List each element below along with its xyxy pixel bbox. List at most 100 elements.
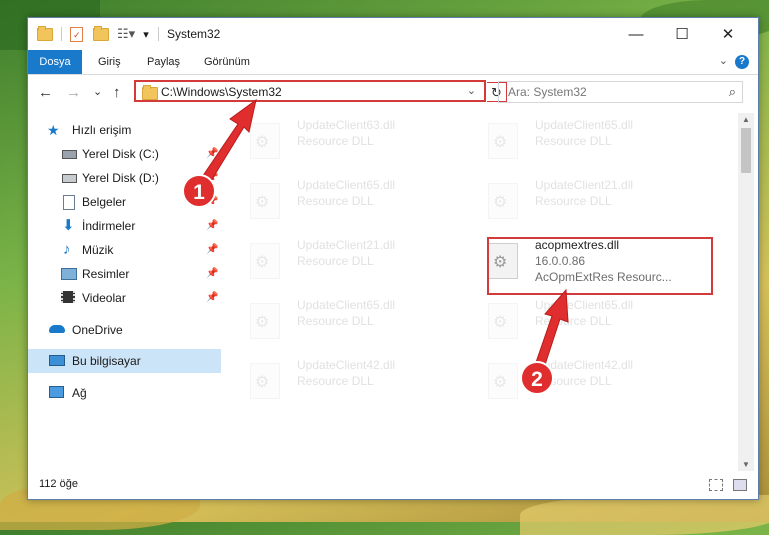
file-name: UpdateClient21.dll (297, 238, 396, 252)
file-item[interactable]: UpdateClient42.dllResource DLL (470, 355, 700, 411)
scroll-up-icon[interactable]: ▲ (742, 115, 750, 124)
highlight-box (487, 237, 713, 295)
file-name: UpdateClient65.dll (535, 298, 634, 312)
address-path: C:\Windows\System32 (161, 85, 282, 99)
sidebar-item-label: Videolar (82, 291, 126, 305)
file-description: Resource DLL (297, 194, 374, 208)
scroll-down-icon[interactable]: ▼ (742, 460, 750, 469)
customize-icon[interactable]: ☷▾ (117, 26, 135, 42)
minimize-button[interactable]: — (613, 18, 659, 50)
file-item[interactable]: UpdateClient65.dll Resource DLL (232, 295, 462, 351)
download-icon: ⬇ (62, 217, 75, 234)
sidebar-item-quick-access[interactable]: ★ Hızlı erişim (28, 118, 221, 142)
sidebar-item-label: Bu bilgisayar (72, 354, 141, 368)
title-bar: ✓ ☷▾ ▾ System32 — ☐ ✕ (28, 18, 758, 50)
dll-file-icon (250, 123, 280, 159)
star-icon: ★ (47, 122, 60, 138)
file-description: Resource DLL (297, 314, 374, 328)
quick-access-toolbar: ✓ ☷▾ ▾ (37, 25, 149, 42)
file-item[interactable]: UpdateClient65.dll Resource DLL (470, 115, 700, 171)
file-item[interactable]: UpdateClient21.dll Resource DLL (232, 235, 462, 291)
vertical-scrollbar[interactable]: ▲ ▼ (738, 113, 754, 471)
sidebar-item-downloads[interactable]: ⬇ İndirmeler 📌 (28, 214, 221, 238)
file-item[interactable]: UpdateClient63.dll Resource DLL (232, 115, 462, 171)
tab-giris[interactable]: Giriş (88, 50, 131, 74)
pin-icon[interactable]: 📌 (206, 286, 218, 310)
drive-icon (62, 174, 77, 183)
forward-button[interactable]: → (66, 84, 81, 101)
close-button[interactable]: ✕ (705, 18, 751, 50)
sidebar-item-onedrive[interactable]: OneDrive (28, 318, 221, 342)
file-item[interactable]: UpdateClient65.dll Resource DLL (232, 175, 462, 231)
address-bar[interactable]: C:\Windows\System32 ⌄ (134, 80, 486, 102)
sidebar-item-label: Resimler (82, 267, 130, 281)
sidebar-item-pictures[interactable]: Resimler 📌 (28, 262, 221, 286)
file-name: UpdateClient21.dll (535, 178, 634, 192)
details-view-icon[interactable] (709, 479, 723, 491)
file-name: UpdateClient42.dll (297, 358, 396, 372)
navigation-pane: ★ Hızlı erişim Yerel Disk (C:) 📌 Yerel D… (28, 113, 221, 471)
sidebar-item-label: Yerel Disk (C:) (82, 147, 159, 161)
search-input[interactable]: Ara: System32 ⌕ (498, 81, 743, 103)
dll-file-icon (488, 363, 518, 399)
tab-dosya[interactable]: Dosya (28, 50, 82, 74)
pin-icon[interactable]: 📌 (206, 262, 218, 286)
network-icon (49, 386, 64, 398)
separator (158, 27, 159, 41)
pictures-icon (61, 268, 77, 280)
window-title: System32 (167, 27, 221, 41)
file-item[interactable]: UpdateClient42.dll Resource DLL (232, 355, 462, 411)
file-name: UpdateClient65.dll (297, 178, 396, 192)
file-description: Resource DLL (297, 134, 374, 148)
recent-locations-button[interactable]: ⌄ (93, 85, 102, 98)
sidebar-item-label: Müzik (82, 243, 114, 257)
tab-gorunum[interactable]: Görünüm (194, 50, 260, 74)
file-description: Resource DLL (535, 314, 612, 328)
dll-file-icon (250, 303, 280, 339)
dll-file-icon (488, 303, 518, 339)
tab-paylas[interactable]: Paylaş (137, 50, 190, 74)
large-icons-view-icon[interactable] (733, 479, 747, 491)
pin-icon[interactable]: 📌 (206, 214, 218, 238)
file-description: Resource DLL (535, 134, 612, 148)
video-icon (61, 291, 75, 303)
sidebar-item-label: Yerel Disk (D:) (82, 171, 159, 185)
desktop-wallpaper (520, 495, 769, 535)
up-button[interactable]: ↑ (113, 84, 121, 101)
step-badge-2: 2 (520, 361, 554, 395)
sidebar-item-label: Ağ (72, 386, 87, 400)
dll-file-icon (488, 183, 518, 219)
chevron-down-icon[interactable]: ⌄ (467, 84, 476, 97)
sidebar-item-disk-c[interactable]: Yerel Disk (C:) 📌 (28, 142, 221, 166)
cloud-icon (49, 325, 65, 333)
sidebar-item-music[interactable]: ♪ Müzik 📌 (28, 238, 221, 262)
file-description: Resource DLL (297, 374, 374, 388)
sidebar-item-network[interactable]: Ağ (28, 381, 221, 405)
sidebar-item-label: OneDrive (72, 323, 123, 337)
sidebar-item-label: Belgeler (82, 195, 127, 209)
scroll-thumb[interactable] (741, 128, 751, 173)
maximize-button[interactable]: ☐ (659, 18, 705, 50)
chevron-down-icon[interactable]: ⌄ (719, 54, 728, 67)
quick-access-dropdown-icon[interactable]: ▾ (143, 28, 149, 41)
search-icon[interactable]: ⌕ (729, 84, 736, 100)
file-item[interactable]: UpdateClient65.dll Resource DLL (470, 295, 700, 351)
file-name: UpdateClient65.dll (535, 118, 634, 132)
search-placeholder: Ara: System32 (508, 85, 587, 99)
file-description: Resource DLL (297, 254, 374, 268)
new-folder-icon[interactable] (93, 25, 109, 41)
sidebar-item-this-pc[interactable]: Bu bilgisayar (28, 349, 221, 373)
file-item[interactable]: UpdateClient21.dll Resource DLL (470, 175, 700, 231)
properties-icon[interactable]: ✓ (70, 26, 83, 42)
dll-file-icon (250, 183, 280, 219)
item-count: 112 öğe (39, 478, 78, 490)
back-button[interactable]: ← (38, 84, 53, 101)
separator (61, 27, 62, 41)
dll-file-icon (250, 243, 280, 279)
file-name: UpdateClient63.dll (297, 118, 396, 132)
pin-icon[interactable]: 📌 (206, 238, 218, 262)
sidebar-item-videos[interactable]: Videolar 📌 (28, 286, 221, 310)
help-icon[interactable]: ? (735, 55, 749, 69)
pin-icon[interactable]: 📌 (206, 142, 218, 166)
sidebar-item-label: Hızlı erişim (72, 123, 132, 137)
